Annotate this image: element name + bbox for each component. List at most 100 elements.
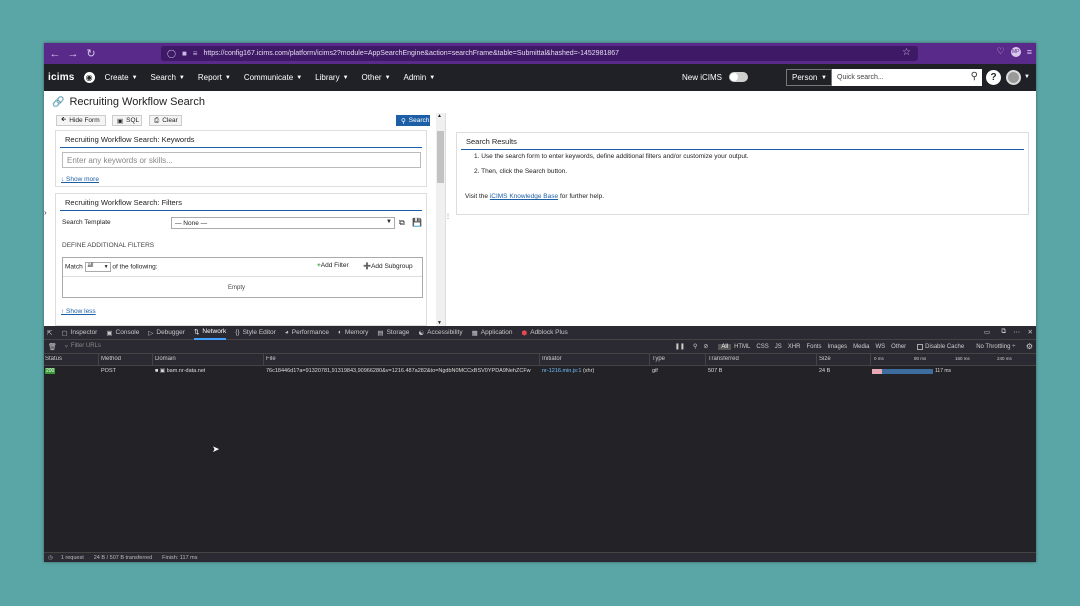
expand-panel-icon[interactable]: ›: [44, 208, 47, 217]
tab-network[interactable]: ⇅ Network: [193, 326, 227, 340]
tab-style-editor[interactable]: {} Style Editor: [235, 329, 276, 336]
chevron-down-icon: ▼: [131, 74, 138, 81]
col-method[interactable]: Method: [101, 356, 121, 362]
filter-ws[interactable]: WS: [872, 344, 888, 350]
add-filter-button[interactable]: +Add Filter: [317, 262, 349, 269]
col-size[interactable]: Size: [819, 356, 831, 362]
filter-images[interactable]: Images: [824, 344, 850, 350]
back-icon[interactable]: ←: [46, 45, 64, 63]
undock-icon[interactable]: ⧉: [1001, 328, 1006, 336]
menu-search[interactable]: Search ▼: [151, 73, 185, 82]
menu-icon[interactable]: ≡: [1027, 47, 1032, 57]
devtools-tabs: ⇱ ▢ Inspector ▣ Console ▷ Debugger ⇅ Network…: [44, 326, 1036, 340]
filter-css[interactable]: CSS: [753, 344, 771, 350]
menu-library[interactable]: Library ▼: [315, 73, 348, 82]
match-select[interactable]: all ▼: [84, 262, 111, 272]
icims-logo[interactable]: icims: [48, 72, 75, 83]
col-status[interactable]: Status: [45, 356, 62, 362]
database-icon: ▣: [117, 117, 124, 125]
pause-icon[interactable]: ❚❚: [675, 343, 685, 350]
quick-search-input[interactable]: Quick search... ⚲: [832, 69, 982, 86]
waterfall-bar: [872, 369, 933, 374]
clear-button[interactable]: ⎙ Clear: [149, 115, 182, 126]
col-file[interactable]: File: [266, 356, 276, 362]
tab-performance[interactable]: ◕ Performance: [285, 329, 329, 336]
close-devtools-icon[interactable]: ✕: [1028, 328, 1033, 336]
knowledge-base-link[interactable]: iCIMS Knowledge Base: [490, 193, 558, 200]
shield-icon: ◯: [167, 49, 176, 58]
request-type: gif: [652, 368, 658, 374]
user-avatar[interactable]: [1006, 70, 1021, 85]
tab-inspector[interactable]: ▢ Inspector: [61, 329, 97, 337]
filter-urls-input[interactable]: ▿ Filter URLs: [65, 343, 655, 350]
search-icon[interactable]: ⚲: [971, 71, 978, 82]
tab-console[interactable]: ▣ Console: [106, 329, 139, 337]
search-button[interactable]: ⚲ Search: [396, 115, 430, 126]
disable-cache-checkbox[interactable]: Disable Cache: [917, 343, 964, 350]
search-template-select[interactable]: — None — ▼: [171, 217, 395, 229]
reload-icon[interactable]: ↻: [82, 45, 100, 63]
menu-admin[interactable]: Admin ▼: [404, 73, 436, 82]
filter-xhr[interactable]: XHR: [785, 344, 804, 350]
new-icims-toggle[interactable]: [729, 72, 748, 82]
chevron-down-icon[interactable]: ▼: [1024, 74, 1030, 80]
hide-form-button[interactable]: 🡰 Hide Form: [56, 115, 106, 126]
url-bar[interactable]: ◯ ■ ≡ https://config167.icims.com/platfo…: [161, 46, 918, 61]
request-initiator[interactable]: nr-1216.min.js:1 (xhr): [542, 368, 594, 374]
menu-other[interactable]: Other ▼: [362, 73, 391, 82]
profile-icon[interactable]: MP: [1010, 46, 1021, 57]
tab-memory[interactable]: ◐ Memory: [338, 329, 368, 336]
table-row[interactable]: 200 POST ■ ▣ bam.nr-data.net 76c18446d1?…: [44, 366, 1036, 377]
add-subgroup-button[interactable]: ➕Add Subgroup: [363, 262, 413, 270]
throttling-select[interactable]: No Throttling ÷: [976, 344, 1015, 350]
help-icon[interactable]: ?: [986, 70, 1001, 85]
globe-icon[interactable]: ◉: [83, 72, 95, 83]
settings-gear-icon[interactable]: ⚙: [1026, 342, 1033, 351]
col-transferred[interactable]: Transferred: [708, 356, 739, 362]
filter-other[interactable]: Other: [888, 344, 909, 350]
menu-report[interactable]: Report ▼: [198, 73, 231, 82]
trash-icon[interactable]: 🗑: [48, 343, 57, 351]
forward-icon[interactable]: →: [64, 45, 82, 63]
keywords-input[interactable]: Enter any keywords or skills...: [62, 152, 421, 168]
tab-storage[interactable]: ▤ Storage: [377, 329, 409, 337]
menu-communicate[interactable]: Communicate ▼: [244, 73, 302, 82]
pocket-icon[interactable]: ♡: [997, 46, 1005, 57]
more-options-icon[interactable]: ⋯: [1014, 328, 1021, 336]
pane-resize-handle[interactable]: ⋮: [445, 113, 451, 326]
show-more-link[interactable]: ↓ Show more: [61, 176, 99, 183]
request-size: 24 B: [819, 368, 831, 374]
filter-media[interactable]: Media: [850, 344, 872, 350]
search-scope-select[interactable]: Person ▼: [786, 69, 832, 86]
menu-create[interactable]: Create ▼: [105, 73, 138, 82]
tick-160ms: 160 ms: [955, 356, 970, 361]
bookmark-star-icon[interactable]: ☆: [902, 47, 911, 58]
braces-icon: {}: [235, 329, 240, 336]
filter-js[interactable]: JS: [772, 344, 785, 350]
tab-accessibility[interactable]: ☯ Accessibility: [418, 329, 462, 337]
tab-debugger[interactable]: ▷ Debugger: [148, 329, 185, 337]
filter-fonts[interactable]: Fonts: [803, 344, 824, 350]
save-template-icon[interactable]: 💾: [412, 218, 422, 227]
form-scrollbar[interactable]: ▲ ▼: [436, 113, 445, 326]
tab-adblock-plus[interactable]: ⬢ Adblock Plus: [522, 329, 568, 337]
dock-icon[interactable]: ▭: [984, 328, 990, 336]
arrow-left-icon: 🡰: [61, 116, 67, 123]
filter-html[interactable]: HTML: [731, 344, 753, 350]
col-domain[interactable]: Domain: [155, 356, 176, 362]
request-timing: 117 ms: [935, 368, 952, 374]
show-less-link[interactable]: ↑ Show less: [61, 308, 96, 315]
search-icon[interactable]: ⚲: [693, 343, 697, 350]
sql-button[interactable]: ▣ SQL: [112, 115, 142, 126]
scrollbar-thumb[interactable]: [437, 131, 444, 183]
copy-template-icon[interactable]: ⧉: [399, 218, 405, 228]
col-type[interactable]: Type: [652, 356, 665, 362]
element-picker-icon[interactable]: ⇱: [47, 329, 52, 337]
empty-filters-text: Empty: [228, 285, 246, 291]
filter-all[interactable]: All: [718, 343, 732, 350]
tab-application[interactable]: ▦ Application: [472, 329, 513, 337]
filter-group-box: Match all ▼ of the following: +Add Filter…: [62, 257, 423, 298]
network-filter-bar: 🗑 ▿ Filter URLs ❚❚ ⚲ ⊘ All HTML CSS JS XH…: [44, 340, 1036, 354]
block-icon[interactable]: ⊘: [703, 343, 708, 350]
col-initiator[interactable]: Initiator: [542, 356, 562, 362]
